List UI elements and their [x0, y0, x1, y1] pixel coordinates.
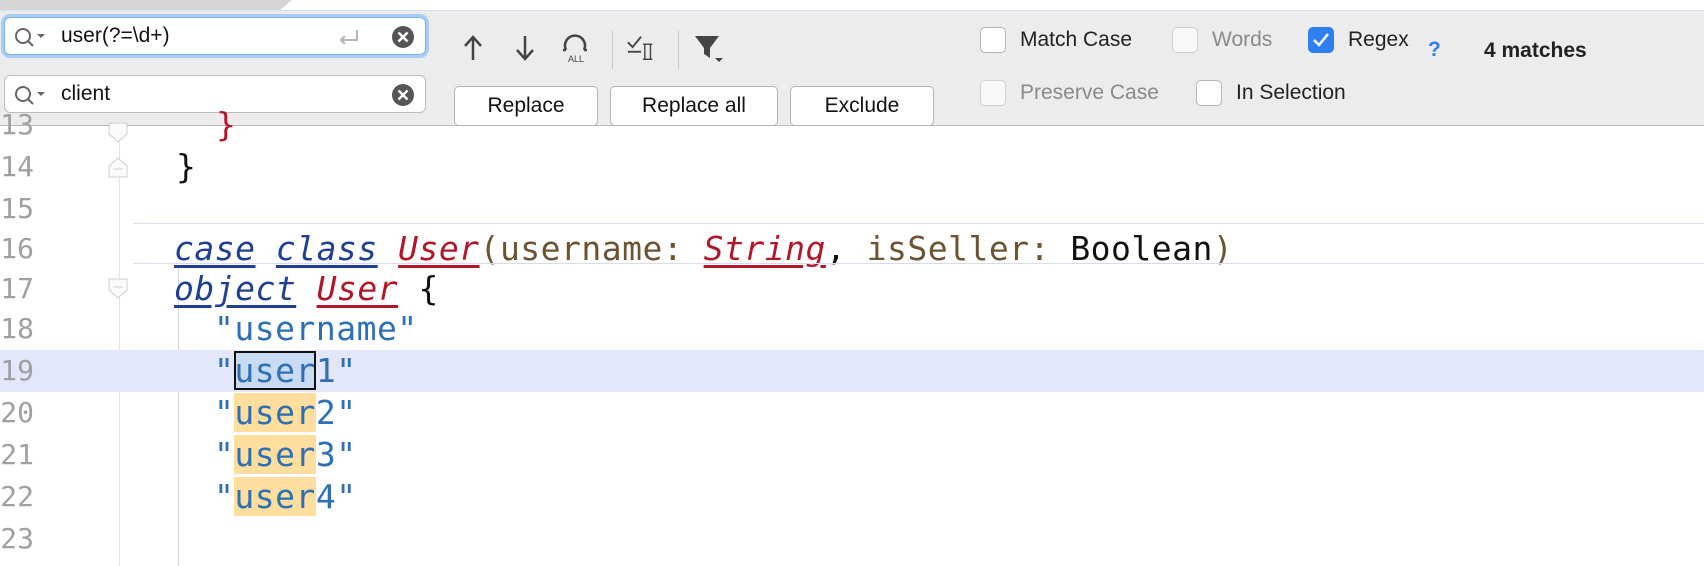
current-match[interactable]: user — [234, 351, 316, 390]
search-input[interactable] — [61, 18, 321, 54]
string-rest: 2" — [315, 393, 357, 432]
search-history-icon[interactable] — [13, 26, 47, 48]
previous-occurrence-icon[interactable] — [457, 31, 489, 65]
code-line: 14 } — [0, 146, 1704, 188]
toolbar-separator — [678, 31, 679, 69]
string-literal: "user2" — [214, 392, 357, 434]
match-case-option[interactable]: Match Case — [980, 25, 1132, 55]
fold-end-icon[interactable] — [108, 156, 128, 178]
checkmark-icon — [1313, 33, 1329, 47]
match-count: 4 matches — [1484, 39, 1587, 62]
class-name: User — [316, 269, 399, 308]
keyword: object — [174, 269, 297, 308]
code-text: object User { — [174, 268, 439, 310]
multiline-enter-icon[interactable] — [335, 26, 363, 48]
line-number: 16 — [0, 232, 34, 265]
search-box[interactable] — [4, 17, 426, 55]
clear-search-icon[interactable] — [391, 25, 415, 49]
quote: " — [214, 351, 235, 390]
code-text: } — [216, 105, 237, 144]
line-number: 17 — [0, 272, 34, 305]
string-literal: "user1" — [214, 350, 357, 392]
line-number: 15 — [0, 192, 34, 225]
line-number: 20 — [0, 396, 34, 429]
string-literal: "user3" — [214, 434, 357, 476]
string-rest: 4" — [315, 477, 357, 516]
in-selection-label: In Selection — [1236, 81, 1346, 104]
brace: { — [418, 269, 439, 308]
toolbar-separator — [612, 31, 613, 69]
replace-history-icon[interactable] — [13, 84, 47, 106]
line-number: 21 — [0, 438, 34, 471]
line-number: 23 — [0, 522, 34, 555]
quote: " — [214, 393, 235, 432]
code-line: 21 "user3" — [0, 434, 1704, 476]
code-line: 18 "username" — [0, 308, 1704, 350]
line-number: 14 — [0, 150, 34, 183]
fold-end-icon[interactable] — [108, 122, 128, 144]
current-code-line: 19 "user1" — [0, 350, 1704, 392]
line-number: 22 — [0, 480, 34, 513]
editor-tab-stub[interactable] — [0, 0, 292, 10]
string-literal: "user4" — [214, 476, 357, 518]
search-match[interactable]: user — [234, 477, 316, 516]
filter-icon[interactable] — [693, 31, 725, 65]
regex-label: Regex — [1348, 28, 1409, 51]
method-separator — [134, 263, 1704, 264]
string-rest: 3" — [315, 435, 357, 474]
code-line: 13 } — [0, 104, 1704, 146]
quote: " — [214, 477, 235, 516]
regex-checkbox[interactable] — [1308, 27, 1334, 53]
line-number: 13 — [0, 108, 34, 141]
code-editor[interactable]: 13 } 14 } 15 16 case class User(username… — [0, 105, 1704, 566]
string-literal: "username" — [214, 309, 418, 348]
preserve-case-checkbox[interactable] — [980, 80, 1006, 106]
code-text: } — [176, 147, 197, 186]
select-all-occurrences-icon[interactable]: ALL — [560, 31, 592, 65]
words-checkbox[interactable] — [1172, 27, 1198, 53]
code-line: 22 "user4" — [0, 476, 1704, 518]
in-selection-checkbox[interactable] — [1196, 80, 1222, 106]
svg-text:ALL: ALL — [568, 54, 584, 64]
line-number: 18 — [0, 312, 34, 345]
code-line: 20 "user2" — [0, 392, 1704, 434]
code-line: 23 — [0, 518, 1704, 560]
code-line: 17 object User { — [0, 268, 1704, 310]
method-separator — [134, 223, 1704, 224]
string-rest: 1" — [315, 351, 357, 390]
next-occurrence-icon[interactable] — [509, 31, 541, 65]
search-match[interactable]: user — [234, 435, 316, 474]
line-number: 19 — [0, 354, 34, 387]
fold-start-icon[interactable] — [108, 278, 128, 300]
search-in-selection-icon[interactable] — [626, 31, 658, 65]
quote: " — [214, 435, 235, 474]
search-match[interactable]: user — [234, 393, 316, 432]
regex-help-link[interactable]: ? — [1428, 38, 1441, 62]
words-option[interactable]: Words — [1172, 25, 1272, 55]
preserve-case-label: Preserve Case — [1020, 81, 1159, 104]
match-case-checkbox[interactable] — [980, 27, 1006, 53]
match-case-label: Match Case — [1020, 28, 1133, 51]
regex-option[interactable]: Regex — [1308, 25, 1409, 55]
words-label: Words — [1212, 28, 1273, 51]
